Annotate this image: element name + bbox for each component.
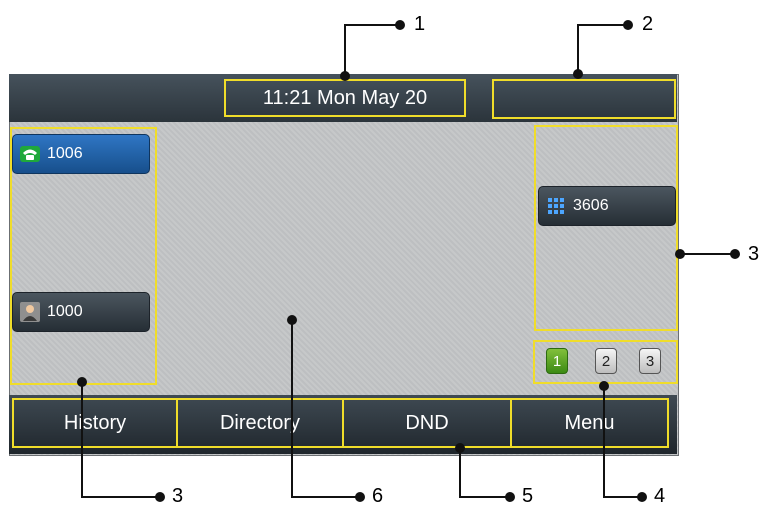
callout-number-pages: 4 [654, 485, 666, 507]
callout-number-idle-area: 6 [372, 485, 384, 507]
callout-number-status: 2 [642, 13, 654, 35]
callout-lines [77, 20, 740, 502]
callout-number-left-keys: 3 [172, 485, 184, 507]
callout-number-time: 1 [414, 13, 426, 35]
callout-number-softkeys: 5 [522, 485, 534, 507]
callout-number-right-keys: 3 [748, 243, 760, 265]
